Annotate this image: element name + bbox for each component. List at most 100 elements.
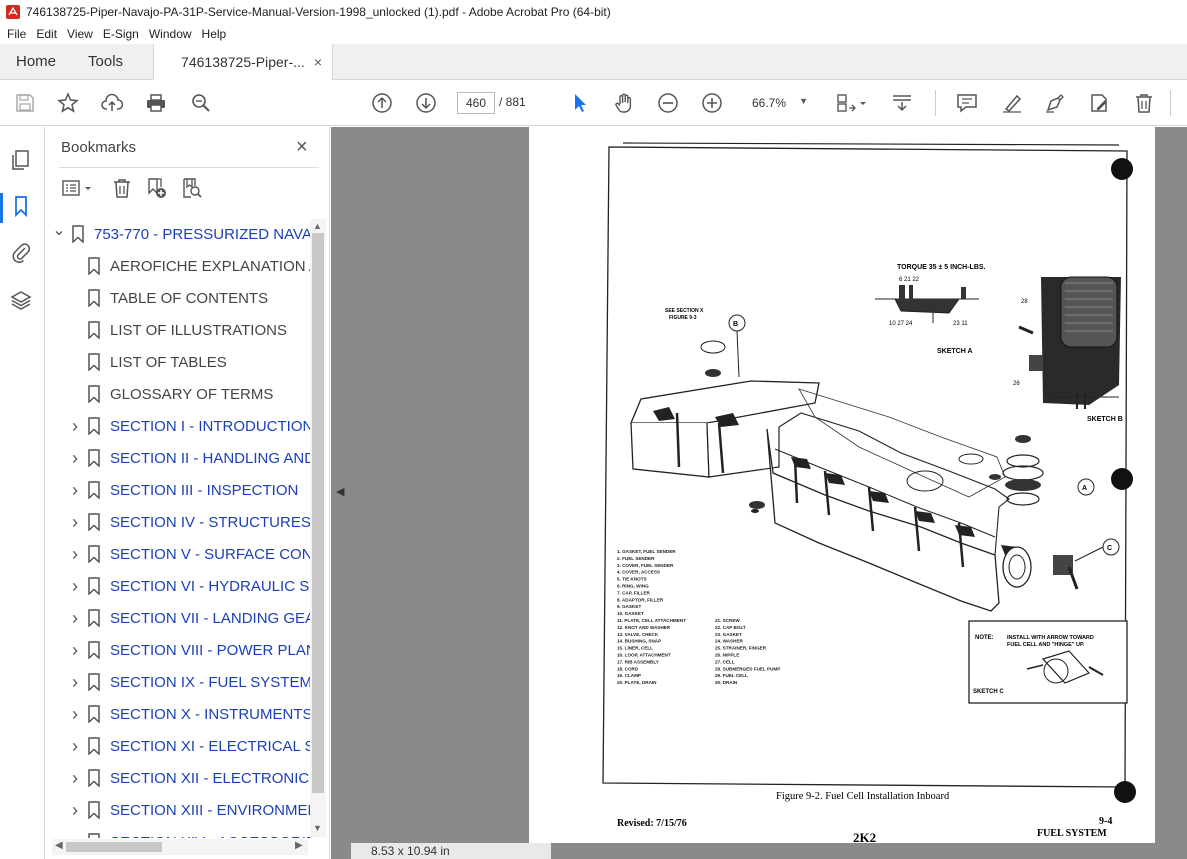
- chevron-right-icon[interactable]: ›: [68, 800, 82, 821]
- fiche-number: 2K2: [853, 830, 876, 843]
- find-bookmark-icon[interactable]: [180, 177, 204, 201]
- chevron-right-icon[interactable]: ›: [68, 416, 82, 437]
- bookmark-item[interactable]: › SECTION XIII - ENVIRONMENTAL: [68, 794, 310, 826]
- chevron-down-icon[interactable]: ⌄: [52, 220, 66, 240]
- chevron-right-icon[interactable]: ›: [68, 640, 82, 661]
- chevron-right-icon[interactable]: ›: [68, 544, 82, 565]
- chevron-right-icon[interactable]: ›: [68, 672, 82, 693]
- chevron-down-icon[interactable]: [858, 91, 868, 115]
- bookmarks-panel: Bookmarks × ⌄ 753-770 - PRESSURIZED NAVAJ…: [46, 127, 330, 859]
- page-up-icon[interactable]: [370, 91, 394, 115]
- bookmark-item[interactable]: ⌄ 753-770 - PRESSURIZED NAVAJO: [52, 218, 310, 250]
- zoom-in-icon[interactable]: [700, 91, 724, 115]
- close-icon[interactable]: ×: [296, 136, 308, 159]
- chevron-right-icon[interactable]: ›: [68, 448, 82, 469]
- collapse-panel-icon[interactable]: ◀: [336, 485, 344, 498]
- scroll-up-icon[interactable]: ▲: [313, 221, 322, 231]
- chevron-right-icon[interactable]: ›: [68, 704, 82, 725]
- bookmark-label: LIST OF ILLUSTRATIONS: [110, 321, 287, 339]
- bookmark-options-icon[interactable]: [61, 177, 97, 201]
- zoom-out-icon[interactable]: [656, 91, 680, 115]
- bookmark-item[interactable]: › SECTION II - HANDLING AND SERVICING: [68, 442, 310, 474]
- chevron-right-icon[interactable]: ›: [68, 512, 82, 533]
- document-viewport[interactable]: ◀ TORQUE 35 ± 5 INCH-LBS. SKETCH A 10 27…: [331, 127, 1187, 859]
- chevron-right-icon[interactable]: ›: [68, 480, 82, 501]
- close-tab-icon[interactable]: ×: [314, 54, 322, 70]
- bookmark-item[interactable]: › SECTION III - INSPECTION: [68, 474, 310, 506]
- parts-list-entry: 16. LOOP, ATTACHMENT: [617, 653, 671, 658]
- print-icon[interactable]: [144, 91, 168, 115]
- zoom-select[interactable]: 66.7% ▼: [740, 92, 816, 114]
- menu-view[interactable]: View: [62, 27, 98, 41]
- chevron-right-icon[interactable]: ›: [68, 608, 82, 629]
- bookmark-item[interactable]: › SECTION VIII - POWER PLANT: [68, 634, 310, 666]
- sign-icon[interactable]: [1043, 91, 1067, 115]
- bookmark-item[interactable]: › SECTION I - INTRODUCTION: [68, 410, 310, 442]
- bookmark-item[interactable]: TABLE OF CONTENTS: [68, 282, 310, 314]
- star-icon[interactable]: [56, 91, 80, 115]
- bookmark-label: SECTION VII - LANDING GEAR: [110, 609, 310, 627]
- title-bar: 746138725-Piper-Navajo-PA-31P-Service-Ma…: [0, 0, 1187, 24]
- scrollbar-thumb[interactable]: [312, 233, 324, 793]
- bookmark-item[interactable]: › SECTION XIV - ACCESSORIES: [68, 826, 310, 838]
- parts-list-entry: 5. TIE KNOTS: [617, 577, 647, 582]
- chevron-right-icon[interactable]: ›: [68, 736, 82, 757]
- chevron-right-icon[interactable]: ›: [68, 832, 82, 839]
- page-number-input[interactable]: 460: [457, 92, 495, 114]
- new-bookmark-icon[interactable]: [145, 177, 169, 201]
- bookmark-item[interactable]: › SECTION X - INSTRUMENTS: [68, 698, 310, 730]
- scroll-left-icon[interactable]: ◀: [55, 840, 63, 851]
- menu-edit[interactable]: Edit: [31, 27, 62, 41]
- menu-file[interactable]: File: [2, 27, 31, 41]
- tab-home[interactable]: Home: [0, 44, 72, 79]
- section-name: FUEL SYSTEM: [1037, 828, 1107, 839]
- menu-esign[interactable]: E-Sign: [98, 27, 144, 41]
- hand-icon[interactable]: [612, 91, 636, 115]
- parts-list-entry: 6. RING, WING: [617, 584, 649, 589]
- page-down-icon[interactable]: [414, 91, 438, 115]
- edit-icon[interactable]: [1087, 91, 1111, 115]
- comment-icon[interactable]: [955, 91, 979, 115]
- delete-icon[interactable]: [1132, 91, 1156, 115]
- upload-icon[interactable]: [100, 91, 124, 115]
- scroll-mode-icon[interactable]: [890, 91, 914, 115]
- chevron-right-icon[interactable]: ›: [68, 768, 82, 789]
- bookmark-item[interactable]: › SECTION XI - ELECTRICAL SYSTEM: [68, 730, 310, 762]
- attachments-icon[interactable]: [10, 241, 34, 265]
- bookmark-item[interactable]: GLOSSARY OF TERMS: [68, 378, 310, 410]
- search-icon[interactable]: [189, 91, 213, 115]
- bookmarks-horizontal-scrollbar[interactable]: ◀ ▶: [52, 839, 308, 855]
- bookmark-label: SECTION XIV - ACCESSORIES: [110, 834, 310, 839]
- menu-window[interactable]: Window: [144, 27, 197, 41]
- bookmark-item[interactable]: LIST OF ILLUSTRATIONS: [68, 314, 310, 346]
- bookmark-item[interactable]: › SECTION XII - ELECTRONICS: [68, 762, 310, 794]
- bookmark-item[interactable]: LIST OF TABLES: [68, 346, 310, 378]
- tab-tools[interactable]: Tools: [72, 44, 139, 79]
- bookmark-item[interactable]: › SECTION VII - LANDING GEAR: [68, 602, 310, 634]
- page-fit-icon[interactable]: [834, 91, 858, 115]
- navigation-rail: [0, 127, 45, 859]
- chevron-right-icon[interactable]: ›: [68, 576, 82, 597]
- menu-help[interactable]: Help: [197, 27, 232, 41]
- bookmark-item[interactable]: › SECTION V - SURFACE CONTROLS: [68, 538, 310, 570]
- scroll-down-icon[interactable]: ▼: [313, 823, 322, 833]
- bookmark-item[interactable]: › SECTION IX - FUEL SYSTEM: [68, 666, 310, 698]
- save-icon[interactable]: [13, 91, 37, 115]
- bookmark-icon: [88, 417, 100, 435]
- bookmark-item[interactable]: › SECTION IV - STRUCTURES: [68, 506, 310, 538]
- bookmarks-vertical-scrollbar[interactable]: ▲ ▼: [310, 219, 326, 837]
- parts-list-entry: 19. CLAMP: [617, 673, 641, 678]
- bookmarks-icon[interactable]: [10, 195, 34, 219]
- scroll-right-icon[interactable]: ▶: [295, 840, 303, 851]
- delete-bookmark-icon[interactable]: [111, 177, 135, 201]
- bookmark-item[interactable]: › SECTION VI - HYDRAULIC SYSTEM: [68, 570, 310, 602]
- bookmark-item[interactable]: AEROFICHE EXPLANATION AND INDEX: [68, 250, 310, 282]
- scrollbar-thumb[interactable]: [66, 842, 162, 852]
- toolbar-divider: [935, 90, 936, 116]
- tab-document[interactable]: 746138725-Piper-... ×: [153, 44, 334, 80]
- bookmark-icon: [88, 513, 100, 531]
- layers-icon[interactable]: [10, 289, 34, 313]
- highlight-icon[interactable]: [1000, 91, 1024, 115]
- select-cursor-icon[interactable]: [568, 91, 592, 115]
- page-thumbnails-icon[interactable]: [10, 149, 34, 173]
